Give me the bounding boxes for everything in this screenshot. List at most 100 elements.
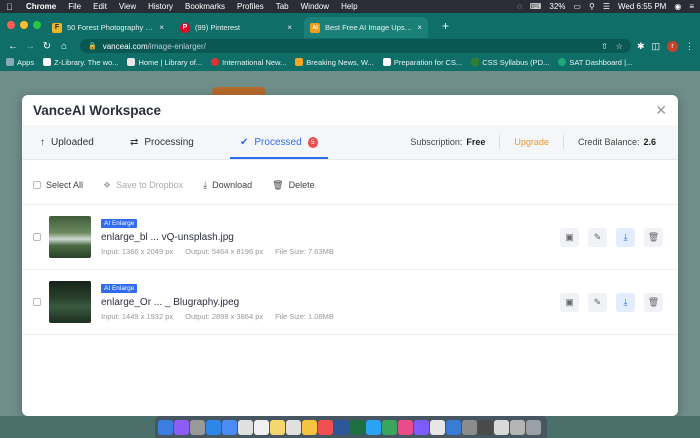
- control-center-icon[interactable]: ☰: [603, 2, 610, 11]
- workspace-tabs: ↑ Uploaded ⇄ Processing ✔ Processed 5 Su…: [22, 125, 678, 160]
- appstore-icon[interactable]: [222, 419, 237, 435]
- finder-icon[interactable]: [158, 419, 173, 435]
- compare-icon[interactable]: ▣: [560, 227, 579, 247]
- row-checkbox[interactable]: [33, 233, 41, 241]
- menu-tab[interactable]: Tab: [276, 2, 289, 11]
- tab-processed[interactable]: ✔ Processed 5: [230, 125, 328, 159]
- chrome-icon[interactable]: [238, 419, 253, 435]
- settings-icon[interactable]: [462, 419, 477, 435]
- launchpad-icon[interactable]: [190, 419, 205, 435]
- sidebar-icon[interactable]: ◫: [651, 41, 660, 52]
- bookmark-zlibrary[interactable]: Z-Library. The wo...: [43, 58, 118, 67]
- bookmark-library[interactable]: Home | Library of...: [127, 58, 202, 67]
- safari-icon[interactable]: [206, 419, 221, 435]
- podcasts-icon[interactable]: [414, 419, 429, 435]
- notification-icon[interactable]: ≡: [689, 2, 694, 11]
- preview-icon[interactable]: [494, 419, 509, 435]
- downloads-icon[interactable]: [510, 419, 525, 435]
- close-tab-icon[interactable]: ×: [287, 23, 292, 32]
- more-menu-icon[interactable]: ⋮: [685, 41, 694, 52]
- zoom-icon[interactable]: [446, 419, 461, 435]
- check-circle-icon: ✔: [240, 136, 249, 148]
- reminders-icon[interactable]: [286, 419, 301, 435]
- menu-help[interactable]: Help: [341, 2, 357, 11]
- menu-view[interactable]: View: [119, 2, 136, 11]
- image-thumbnail[interactable]: [49, 216, 91, 258]
- delete-button[interactable]: 🗑 Delete: [272, 180, 314, 191]
- bookmark-international[interactable]: International New...: [211, 58, 286, 67]
- bookmark-apps[interactable]: Apps: [6, 58, 34, 67]
- edit-icon[interactable]: ✎: [588, 292, 607, 312]
- tab-processing[interactable]: ⇄ Processing: [120, 125, 220, 159]
- siri-icon[interactable]: [174, 419, 189, 435]
- menu-window[interactable]: Window: [301, 2, 329, 11]
- new-tab-button[interactable]: +: [442, 19, 449, 33]
- close-tab-icon[interactable]: ×: [159, 23, 164, 32]
- browser-tab-vanceai[interactable]: AI Best Free AI Image Upscaler | ×: [304, 17, 428, 38]
- menu-file[interactable]: File: [68, 2, 81, 11]
- close-window-button[interactable]: [7, 21, 15, 29]
- download-icon[interactable]: ⤓: [616, 292, 635, 312]
- menu-edit[interactable]: Edit: [93, 2, 107, 11]
- bookmark-css[interactable]: CSS Syllabus (PD...: [471, 58, 549, 67]
- bookmark-breaking[interactable]: Breaking News, W...: [295, 58, 374, 67]
- browser-tab-forest[interactable]: F 50 Forest Photography Tips fo ×: [46, 17, 170, 38]
- menu-profiles[interactable]: Profiles: [237, 2, 264, 11]
- reload-icon[interactable]: ↻: [40, 41, 54, 52]
- facetime-icon[interactable]: [382, 419, 397, 435]
- calendar-icon[interactable]: [254, 419, 269, 435]
- menubar-app-name[interactable]: Chrome: [26, 2, 56, 11]
- siri-icon[interactable]: ◉: [674, 2, 681, 11]
- trash-icon[interactable]: [526, 419, 541, 435]
- extensions-icon[interactable]: ✱: [637, 41, 645, 52]
- profile-avatar[interactable]: r: [667, 40, 678, 52]
- bookmark-star-icon[interactable]: ☆: [616, 42, 623, 51]
- edit-icon[interactable]: ✎: [588, 227, 607, 247]
- tab-uploaded[interactable]: ↑ Uploaded: [30, 125, 120, 159]
- terminal-icon[interactable]: [478, 419, 493, 435]
- excel-icon[interactable]: [350, 419, 365, 435]
- keyboard-icon[interactable]: ⌨: [530, 2, 542, 11]
- download-icon[interactable]: ⤓: [616, 227, 635, 247]
- trash-icon[interactable]: 🗑: [644, 292, 663, 312]
- messages-icon[interactable]: [366, 419, 381, 435]
- wifi-icon[interactable]: ◌: [517, 2, 522, 11]
- image-thumbnail[interactable]: [49, 281, 91, 323]
- word-icon[interactable]: [334, 419, 349, 435]
- address-bar[interactable]: 🔒 vanceai.com/image-enlarger/ ⇧ ☆: [80, 39, 631, 53]
- upgrade-link[interactable]: Upgrade: [514, 137, 549, 147]
- select-all-checkbox[interactable]: Select All: [33, 180, 83, 190]
- apple-icon[interactable]: : [6, 2, 16, 12]
- clock[interactable]: Wed 6:55 PM: [618, 2, 666, 11]
- minimize-window-button[interactable]: [20, 21, 28, 29]
- back-icon[interactable]: ←: [6, 41, 20, 52]
- search-icon[interactable]: ⚲: [589, 2, 595, 11]
- music-icon[interactable]: [398, 419, 413, 435]
- battery-icon[interactable]: ▭: [573, 2, 581, 11]
- lock-icon[interactable]: 🔒: [88, 42, 97, 50]
- save-to-dropbox-button[interactable]: ❖ Save to Dropbox: [103, 180, 183, 191]
- photos-icon[interactable]: [302, 419, 317, 435]
- browser-tab-pinterest[interactable]: P (99) Pinterest ×: [174, 17, 298, 38]
- appletv-icon[interactable]: [430, 419, 445, 435]
- close-icon[interactable]: ✕: [655, 102, 667, 119]
- download-button[interactable]: ⤓ Download: [203, 180, 252, 191]
- checkbox[interactable]: [33, 181, 41, 189]
- notes-icon[interactable]: [270, 419, 285, 435]
- trash-icon[interactable]: 🗑: [644, 227, 663, 247]
- share-icon[interactable]: ⇧: [601, 42, 608, 51]
- zoom-window-button[interactable]: [33, 21, 41, 29]
- bookmark-sat[interactable]: SAT Dashboard |...: [558, 58, 632, 67]
- battery-text[interactable]: 32%: [549, 2, 565, 11]
- menu-bookmarks[interactable]: Bookmarks: [185, 2, 225, 11]
- news-icon: [211, 58, 220, 66]
- forward-icon[interactable]: →: [23, 41, 37, 52]
- row-actions: ▣ ✎ ⤓ 🗑: [560, 227, 663, 247]
- menu-history[interactable]: History: [148, 2, 173, 11]
- close-tab-icon[interactable]: ×: [417, 23, 422, 32]
- home-icon[interactable]: ⌂: [57, 41, 71, 52]
- row-checkbox[interactable]: [33, 298, 41, 306]
- camera-icon[interactable]: [318, 419, 333, 435]
- bookmark-preparation[interactable]: Preparation for CS...: [382, 58, 462, 67]
- compare-icon[interactable]: ▣: [560, 292, 579, 312]
